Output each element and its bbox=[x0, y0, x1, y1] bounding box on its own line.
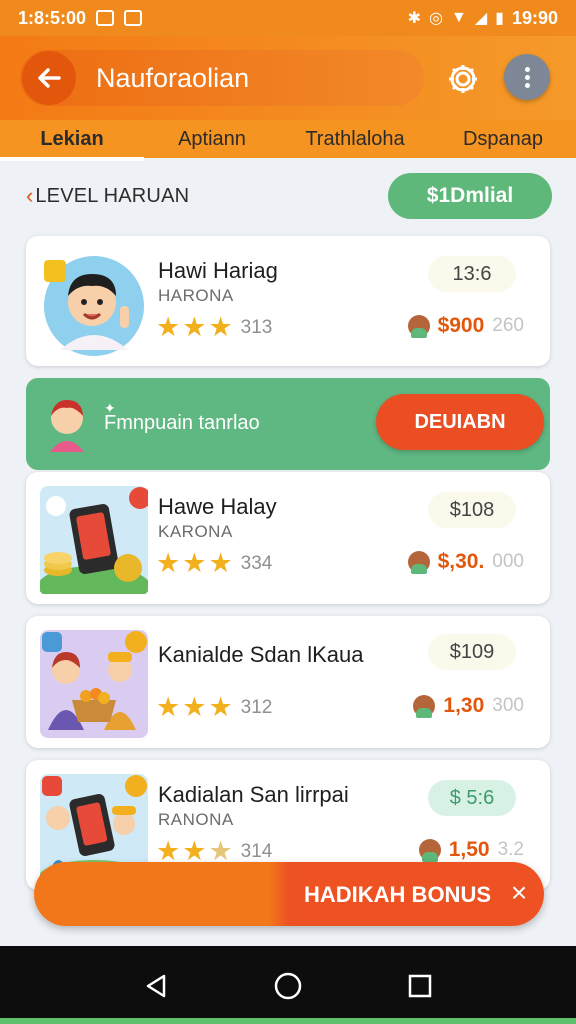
more-options-button[interactable] bbox=[504, 54, 550, 100]
star-icon: ★ bbox=[156, 836, 181, 866]
battery-icon: ▮ bbox=[495, 10, 504, 27]
reward-extra: 000 bbox=[492, 551, 524, 572]
item-title: Kadialan San lirrpai bbox=[158, 782, 349, 807]
item-title: Hawe Halay bbox=[158, 494, 277, 519]
recents-nav-button[interactable] bbox=[400, 966, 440, 1006]
tab-aptiann[interactable]: Aptiann bbox=[144, 120, 280, 158]
rating-count: 313 bbox=[240, 316, 273, 338]
message-icon bbox=[124, 10, 143, 26]
reward-amount: $,30. bbox=[437, 550, 485, 573]
gear-icon bbox=[449, 65, 477, 93]
more-dot bbox=[524, 82, 530, 88]
wifi-icon: ▼ bbox=[450, 9, 467, 26]
item-subtitle: HARONA bbox=[158, 286, 234, 305]
tab-lekian[interactable]: Lekian bbox=[0, 120, 144, 161]
circle-home-icon bbox=[274, 972, 302, 1000]
boy-avatar-icon bbox=[44, 256, 144, 356]
back-button[interactable] bbox=[22, 51, 76, 105]
status-clock: 19:90 bbox=[511, 7, 558, 28]
star-icon: ★ bbox=[156, 312, 181, 342]
status-bar: 1:8:5:00 ✱ ◎ ▼ ◢ ▮ 19:90 bbox=[0, 0, 576, 36]
item-title: Hawi Hariag bbox=[158, 258, 278, 283]
notification-icon bbox=[96, 10, 115, 26]
reward-amount: 1,50 bbox=[448, 838, 490, 861]
signal-icon: ◢ bbox=[474, 10, 488, 27]
bluetooth-icon: ✱ bbox=[407, 10, 422, 27]
square-recents-icon bbox=[408, 974, 432, 998]
price-badge: $ 5:6 bbox=[428, 780, 516, 816]
star-icon: ★ bbox=[208, 312, 233, 342]
page-title: Nauforaоlian bbox=[96, 62, 250, 93]
tab-dspanap[interactable]: Dspanap bbox=[430, 120, 576, 158]
rating-count: 312 bbox=[240, 696, 273, 718]
arrow-left-icon bbox=[38, 68, 61, 88]
status-time: 1:8:5:00 bbox=[18, 7, 87, 28]
user-icon bbox=[407, 315, 430, 338]
promo-text: Fmnpuain tanrlao bbox=[104, 412, 260, 434]
promo-action-button[interactable]: DEUIABN bbox=[376, 394, 544, 450]
tab-bar: Lekian Aptiann Trathlaloha Dspanap bbox=[0, 120, 576, 161]
star-icon: ★ bbox=[182, 692, 207, 722]
rating-stars: ★ ★ ★ 313 bbox=[156, 314, 272, 341]
star-icon: ★ bbox=[156, 548, 181, 578]
more-vertical-icon bbox=[524, 66, 530, 72]
more-dot bbox=[524, 74, 530, 80]
bonus-banner[interactable]: HADIKAH BONUS × bbox=[34, 862, 544, 926]
settings-button[interactable] bbox=[440, 56, 486, 102]
price-badge: $108 bbox=[428, 492, 516, 528]
back-nav-button[interactable] bbox=[136, 966, 176, 1006]
reward-extra: 300 bbox=[492, 695, 524, 716]
reward-value: 1,30 300 bbox=[413, 694, 524, 718]
rating-count: 334 bbox=[240, 552, 273, 574]
reward-extra: 260 bbox=[492, 315, 524, 336]
star-icon: ★ bbox=[182, 312, 207, 342]
star-icon: ★ bbox=[182, 836, 207, 866]
app-header: Nauforaоlian bbox=[0, 36, 576, 120]
user-icon bbox=[418, 839, 441, 862]
list-item[interactable]: Kanialde Sdan lKaua ★ ★ ★ 312 $109 1,30 … bbox=[26, 616, 550, 748]
reward-value: $900 260 bbox=[407, 314, 524, 338]
bonus-label: HADIKAH BONUS bbox=[304, 882, 491, 907]
star-icon: ★ bbox=[156, 692, 181, 722]
item-title: Kanialde Sdan lKaua bbox=[158, 642, 364, 667]
item-subtitle: KARONA bbox=[158, 522, 233, 541]
market-couple-icon bbox=[40, 630, 148, 738]
close-icon[interactable]: × bbox=[504, 878, 534, 908]
home-nav-button[interactable] bbox=[268, 966, 308, 1006]
star-icon: ★ bbox=[208, 836, 233, 866]
chevron-left-icon[interactable]: ‹ bbox=[26, 183, 33, 209]
item-subtitle: RANONA bbox=[158, 810, 234, 829]
rating-stars: ★ ★ ★ 312 bbox=[156, 694, 272, 721]
phone-coins-icon bbox=[40, 486, 148, 594]
star-icon: ★ bbox=[208, 548, 233, 578]
rating-stars: ★ ★ ★ 334 bbox=[156, 550, 272, 577]
section-title: LEVEL HARUAN bbox=[35, 184, 190, 207]
reward-amount: 1,30 bbox=[443, 694, 485, 717]
user-icon bbox=[413, 695, 436, 718]
rating-stars: ★ ★ ★ 314 bbox=[156, 838, 272, 865]
list-item[interactable]: Hawe Halay KARONA ★ ★ ★ 334 $108 $,30. 0… bbox=[26, 472, 550, 604]
reward-value: $,30. 000 bbox=[407, 550, 524, 574]
user-icon bbox=[407, 551, 430, 574]
girl-avatar-icon bbox=[50, 400, 84, 452]
price-badge: 13:6 bbox=[428, 256, 516, 292]
triangle-back-icon bbox=[146, 974, 166, 998]
header-title-bar: Nauforaоlian bbox=[20, 50, 424, 106]
rating-count: 314 bbox=[240, 840, 273, 862]
section-header: ‹ LEVEL HARUAN $1Dmlial bbox=[26, 172, 552, 220]
star-icon: ★ bbox=[182, 548, 207, 578]
star-icon: ★ bbox=[208, 692, 233, 722]
reward-amount: $900 bbox=[437, 314, 485, 337]
alarm-icon: ◎ bbox=[429, 10, 443, 27]
reward-extra: 3.2 bbox=[497, 839, 524, 860]
total-balance-button[interactable]: $1Dmlial bbox=[388, 173, 552, 219]
price-badge: $109 bbox=[428, 634, 516, 670]
list-item[interactable]: Hawi Hariag HARONA ★ ★ ★ 313 13:6 $900 2… bbox=[26, 236, 550, 366]
reward-value: 1,50 3.2 bbox=[418, 838, 524, 862]
tab-trathlaloha[interactable]: Trathlaloha bbox=[280, 120, 430, 158]
system-nav-bar bbox=[0, 946, 576, 1024]
promo-banner: ✦ Fmnpuain tanrlao DEUIABN bbox=[26, 378, 550, 470]
